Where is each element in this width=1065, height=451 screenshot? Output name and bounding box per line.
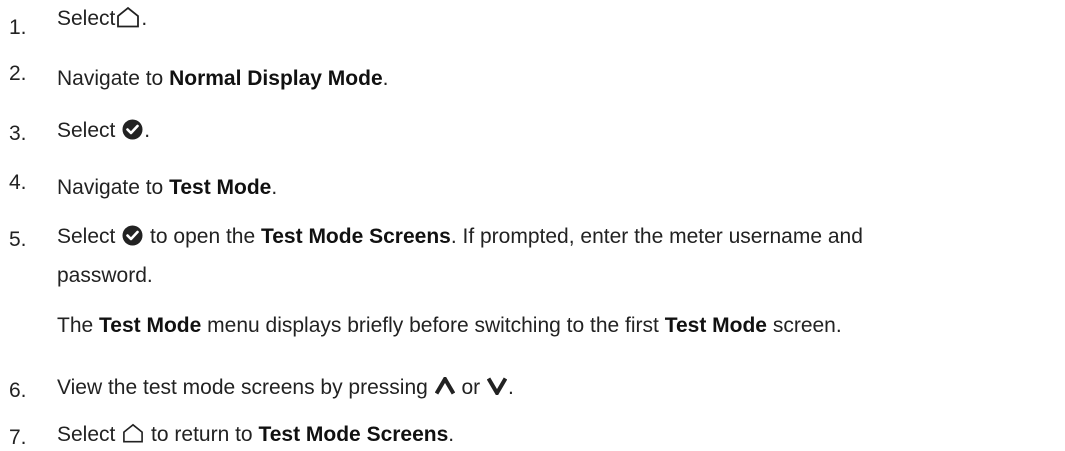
step-number: 2.	[9, 62, 27, 85]
step-number: 1.	[9, 16, 27, 39]
up-arrow-icon	[434, 377, 455, 395]
home-icon	[116, 6, 140, 28]
menu-name: Test Mode Screens	[258, 423, 449, 446]
menu-name: Test Mode	[169, 176, 272, 199]
step-text: Navigate to Normal Display Mode.	[57, 67, 389, 90]
check-circle-icon	[122, 225, 143, 246]
step-number: 5.	[9, 228, 27, 251]
step-number: 6.	[9, 379, 27, 402]
step-text: View the test mode screens by pressing o…	[57, 376, 514, 399]
step-text: Select to return to Test Mode Screens.	[57, 423, 455, 446]
step-text: Select .	[57, 119, 151, 142]
step-number: 4.	[9, 171, 27, 194]
step-number: 3.	[9, 122, 27, 145]
step-number: 7.	[9, 426, 27, 449]
menu-name: Normal Display Mode	[169, 67, 383, 90]
down-arrow-icon	[486, 377, 507, 396]
step-text: Select.	[57, 6, 148, 30]
home-icon	[122, 423, 144, 443]
step-text: Navigate to Test Mode.	[57, 176, 278, 199]
step-text: Select to open the Test Mode Screens. If…	[57, 220, 1047, 342]
step-note: The Test Mode menu displays briefly befo…	[57, 314, 842, 337]
check-circle-icon	[122, 119, 143, 140]
menu-name: Test Mode Screens	[260, 225, 451, 248]
